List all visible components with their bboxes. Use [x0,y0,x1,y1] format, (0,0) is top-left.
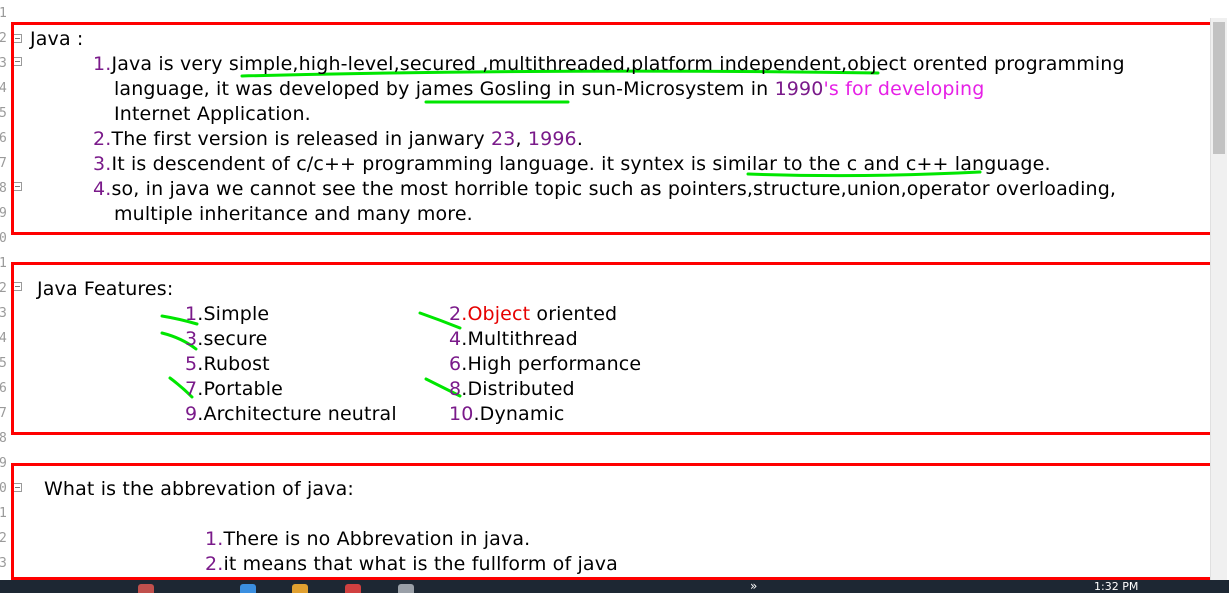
section-heading-java: Java : [30,28,84,50]
line-number: 0 [0,482,7,495]
abbreviation-item: 2.it means that what is the fullform of … [205,553,618,575]
line-number: 8 [0,432,7,445]
java-item-1-line-2: language, it was developed by james Gosl… [114,78,985,100]
line-number: 6 [0,132,7,145]
windows-taskbar: » 1:32 PM [0,580,1229,593]
taskbar-app-icon[interactable] [292,584,308,593]
taskbar-clock[interactable]: 1:32 PM [1094,581,1138,592]
line-number: 3 [0,557,7,570]
taskbar-app-icon[interactable] [398,584,414,593]
item-number: 2. [93,128,112,150]
taskbar-app-icon[interactable] [345,584,361,593]
line-number: 3 [0,57,7,70]
vertical-scrollbar[interactable] [1210,18,1227,580]
abbreviation-item: 1.There is no Abbrevation in java. [205,528,531,550]
line-number: 0 [0,232,7,245]
feature-item: 4.Multithread [449,328,578,350]
feature-item: 2.Object oriented [449,303,618,325]
scrollbar-thumb[interactable] [1213,22,1225,154]
java-item-1-line-1: 1.Java is very simple,high-level,secured… [93,53,1125,75]
feature-item: 8.Distributed [449,378,575,400]
feature-item: 9.Architecture neutral [185,403,397,425]
line-number: 6 [0,382,7,395]
java-item-2: 2.The first version is released in janwa… [93,128,584,150]
line-number: 8 [0,182,7,195]
feature-item: 7.Portable [185,378,283,400]
line-number: 1 [0,257,7,270]
line-number: 5 [0,357,7,370]
line-number: 2 [0,532,7,545]
line-number: 1 [0,507,7,520]
feature-item: 6.High performance [449,353,642,375]
line-number: 7 [0,157,7,170]
feature-item: 10.Dynamic [449,403,565,425]
line-number: 4 [0,332,7,345]
line-number: 1 [0,7,7,20]
java-item-4-line-1: 4.so, in java we cannot see the most hor… [93,178,1117,200]
line-number: 4 [0,82,7,95]
item-number: 4. [93,178,112,200]
item-number: 1. [93,53,112,75]
line-number: 3 [0,307,7,320]
taskbar-app-icon[interactable] [138,584,154,593]
taskbar-app-icon[interactable] [240,584,256,593]
line-number-gutter: 1 2 3 4 5 6 7 8 9 0 1 2 3 4 5 6 7 8 9 0 … [0,0,10,580]
feature-item: 1.Simple [185,303,270,325]
java-item-4-line-2: multiple inheritance and many more. [114,203,473,225]
feature-item: 5.Rubost [185,353,270,375]
line-number: 9 [0,457,7,470]
java-item-1-line-3: Internet Application. [114,103,311,125]
show-hidden-icons-chevron-icon[interactable]: » [750,580,757,592]
section-heading-features: Java Features: [37,278,174,300]
feature-item: 3.secure [185,328,268,350]
line-number: 7 [0,407,7,420]
line-number: 2 [0,32,7,45]
line-number: 2 [0,282,7,295]
line-number: 9 [0,207,7,220]
section-heading-abbreviation: What is the abbrevation of java: [44,478,354,500]
java-item-3: 3.It is descendent of c/c++ programming … [93,153,1051,175]
line-number: 5 [0,107,7,120]
item-number: 3. [93,153,112,175]
